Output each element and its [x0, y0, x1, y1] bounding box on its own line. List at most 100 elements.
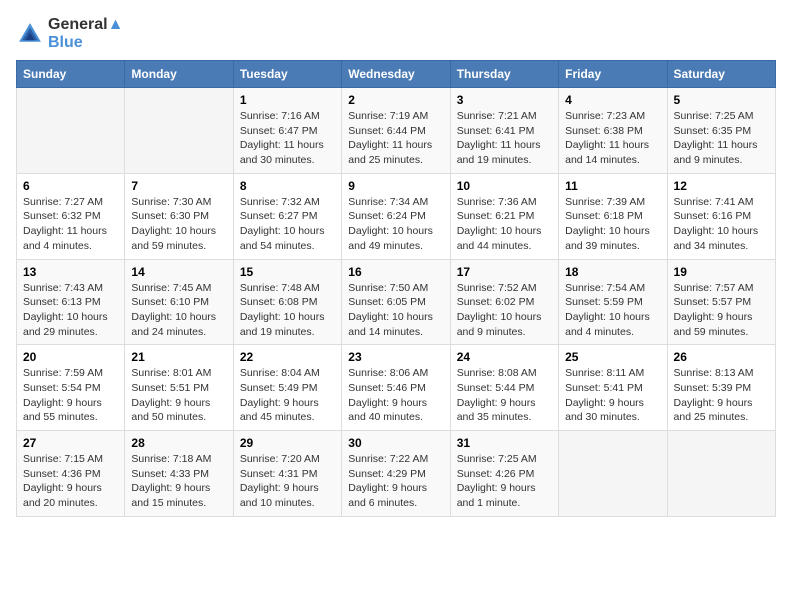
sunrise: Sunrise: 7:36 AM: [457, 195, 552, 210]
daylight: Daylight: 10 hours and 19 minutes.: [240, 310, 335, 339]
daylight: Daylight: 9 hours and 45 minutes.: [240, 396, 335, 425]
day-info: Sunrise: 7:57 AM Sunset: 5:57 PM Dayligh…: [674, 281, 769, 340]
sunset: Sunset: 6:30 PM: [131, 209, 226, 224]
sunrise: Sunrise: 7:32 AM: [240, 195, 335, 210]
sunrise: Sunrise: 7:59 AM: [23, 366, 118, 381]
day-number: 29: [240, 436, 335, 450]
sunset: Sunset: 6:21 PM: [457, 209, 552, 224]
calendar-day: 27 Sunrise: 7:15 AM Sunset: 4:36 PM Dayl…: [17, 431, 125, 517]
calendar-day: 16 Sunrise: 7:50 AM Sunset: 6:05 PM Dayl…: [342, 259, 450, 345]
day-info: Sunrise: 7:20 AM Sunset: 4:31 PM Dayligh…: [240, 452, 335, 511]
calendar-day: 23 Sunrise: 8:06 AM Sunset: 5:46 PM Dayl…: [342, 345, 450, 431]
weekday-row: SundayMondayTuesdayWednesdayThursdayFrid…: [17, 61, 776, 88]
weekday-header-sunday: Sunday: [17, 61, 125, 88]
sunset: Sunset: 5:44 PM: [457, 381, 552, 396]
sunset: Sunset: 5:59 PM: [565, 295, 660, 310]
calendar-day: 2 Sunrise: 7:19 AM Sunset: 6:44 PM Dayli…: [342, 88, 450, 174]
calendar-day: 30 Sunrise: 7:22 AM Sunset: 4:29 PM Dayl…: [342, 431, 450, 517]
day-number: 1: [240, 93, 335, 107]
day-number: 26: [674, 350, 769, 364]
day-info: Sunrise: 7:41 AM Sunset: 6:16 PM Dayligh…: [674, 195, 769, 254]
sunset: Sunset: 5:54 PM: [23, 381, 118, 396]
day-number: 2: [348, 93, 443, 107]
day-info: Sunrise: 7:23 AM Sunset: 6:38 PM Dayligh…: [565, 109, 660, 168]
day-number: 16: [348, 265, 443, 279]
calendar-day: 28 Sunrise: 7:18 AM Sunset: 4:33 PM Dayl…: [125, 431, 233, 517]
sunrise: Sunrise: 8:06 AM: [348, 366, 443, 381]
calendar-day: 9 Sunrise: 7:34 AM Sunset: 6:24 PM Dayli…: [342, 173, 450, 259]
daylight: Daylight: 11 hours and 4 minutes.: [23, 224, 118, 253]
day-info: Sunrise: 7:25 AM Sunset: 4:26 PM Dayligh…: [457, 452, 552, 511]
calendar-day: 1 Sunrise: 7:16 AM Sunset: 6:47 PM Dayli…: [233, 88, 341, 174]
calendar-body: 1 Sunrise: 7:16 AM Sunset: 6:47 PM Dayli…: [17, 88, 776, 517]
day-number: 21: [131, 350, 226, 364]
daylight: Daylight: 10 hours and 29 minutes.: [23, 310, 118, 339]
sunrise: Sunrise: 7:20 AM: [240, 452, 335, 467]
day-info: Sunrise: 8:11 AM Sunset: 5:41 PM Dayligh…: [565, 366, 660, 425]
day-number: 8: [240, 179, 335, 193]
sunrise: Sunrise: 7:30 AM: [131, 195, 226, 210]
day-info: Sunrise: 7:32 AM Sunset: 6:27 PM Dayligh…: [240, 195, 335, 254]
calendar-day: 18 Sunrise: 7:54 AM Sunset: 5:59 PM Dayl…: [559, 259, 667, 345]
calendar-header: SundayMondayTuesdayWednesdayThursdayFrid…: [17, 61, 776, 88]
daylight: Daylight: 10 hours and 54 minutes.: [240, 224, 335, 253]
day-number: 3: [457, 93, 552, 107]
daylight: Daylight: 10 hours and 49 minutes.: [348, 224, 443, 253]
daylight: Daylight: 9 hours and 6 minutes.: [348, 481, 443, 510]
calendar-day: 13 Sunrise: 7:43 AM Sunset: 6:13 PM Dayl…: [17, 259, 125, 345]
sunrise: Sunrise: 8:04 AM: [240, 366, 335, 381]
daylight: Daylight: 11 hours and 25 minutes.: [348, 138, 443, 167]
sunrise: Sunrise: 7:48 AM: [240, 281, 335, 296]
calendar-day: 19 Sunrise: 7:57 AM Sunset: 5:57 PM Dayl…: [667, 259, 775, 345]
sunset: Sunset: 6:47 PM: [240, 124, 335, 139]
sunset: Sunset: 4:29 PM: [348, 467, 443, 482]
calendar-week-1: 1 Sunrise: 7:16 AM Sunset: 6:47 PM Dayli…: [17, 88, 776, 174]
sunset: Sunset: 5:57 PM: [674, 295, 769, 310]
sunrise: Sunrise: 7:41 AM: [674, 195, 769, 210]
sunrise: Sunrise: 7:27 AM: [23, 195, 118, 210]
day-info: Sunrise: 7:52 AM Sunset: 6:02 PM Dayligh…: [457, 281, 552, 340]
sunset: Sunset: 5:51 PM: [131, 381, 226, 396]
sunrise: Sunrise: 7:16 AM: [240, 109, 335, 124]
day-info: Sunrise: 7:30 AM Sunset: 6:30 PM Dayligh…: [131, 195, 226, 254]
calendar-day: 11 Sunrise: 7:39 AM Sunset: 6:18 PM Dayl…: [559, 173, 667, 259]
calendar-day: 6 Sunrise: 7:27 AM Sunset: 6:32 PM Dayli…: [17, 173, 125, 259]
day-number: 24: [457, 350, 552, 364]
calendar-day: 4 Sunrise: 7:23 AM Sunset: 6:38 PM Dayli…: [559, 88, 667, 174]
calendar-day: 22 Sunrise: 8:04 AM Sunset: 5:49 PM Dayl…: [233, 345, 341, 431]
sunrise: Sunrise: 7:34 AM: [348, 195, 443, 210]
calendar-day: 10 Sunrise: 7:36 AM Sunset: 6:21 PM Dayl…: [450, 173, 558, 259]
calendar-day: 3 Sunrise: 7:21 AM Sunset: 6:41 PM Dayli…: [450, 88, 558, 174]
day-number: 14: [131, 265, 226, 279]
daylight: Daylight: 10 hours and 59 minutes.: [131, 224, 226, 253]
calendar-day: 24 Sunrise: 8:08 AM Sunset: 5:44 PM Dayl…: [450, 345, 558, 431]
daylight: Daylight: 10 hours and 14 minutes.: [348, 310, 443, 339]
day-number: 23: [348, 350, 443, 364]
day-number: 4: [565, 93, 660, 107]
sunrise: Sunrise: 7:22 AM: [348, 452, 443, 467]
day-number: 10: [457, 179, 552, 193]
calendar-week-3: 13 Sunrise: 7:43 AM Sunset: 6:13 PM Dayl…: [17, 259, 776, 345]
day-number: 28: [131, 436, 226, 450]
weekday-header-tuesday: Tuesday: [233, 61, 341, 88]
day-info: Sunrise: 7:45 AM Sunset: 6:10 PM Dayligh…: [131, 281, 226, 340]
sunset: Sunset: 6:02 PM: [457, 295, 552, 310]
daylight: Daylight: 9 hours and 10 minutes.: [240, 481, 335, 510]
weekday-header-friday: Friday: [559, 61, 667, 88]
calendar-day: [667, 431, 775, 517]
daylight: Daylight: 10 hours and 39 minutes.: [565, 224, 660, 253]
sunset: Sunset: 4:26 PM: [457, 467, 552, 482]
daylight: Daylight: 9 hours and 30 minutes.: [565, 396, 660, 425]
calendar-day: 14 Sunrise: 7:45 AM Sunset: 6:10 PM Dayl…: [125, 259, 233, 345]
sunrise: Sunrise: 7:39 AM: [565, 195, 660, 210]
day-info: Sunrise: 7:54 AM Sunset: 5:59 PM Dayligh…: [565, 281, 660, 340]
sunset: Sunset: 6:24 PM: [348, 209, 443, 224]
calendar-day: 8 Sunrise: 7:32 AM Sunset: 6:27 PM Dayli…: [233, 173, 341, 259]
calendar-day: [559, 431, 667, 517]
calendar-week-5: 27 Sunrise: 7:15 AM Sunset: 4:36 PM Dayl…: [17, 431, 776, 517]
weekday-header-monday: Monday: [125, 61, 233, 88]
calendar-week-2: 6 Sunrise: 7:27 AM Sunset: 6:32 PM Dayli…: [17, 173, 776, 259]
calendar-day: 25 Sunrise: 8:11 AM Sunset: 5:41 PM Dayl…: [559, 345, 667, 431]
sunset: Sunset: 6:41 PM: [457, 124, 552, 139]
day-number: 12: [674, 179, 769, 193]
